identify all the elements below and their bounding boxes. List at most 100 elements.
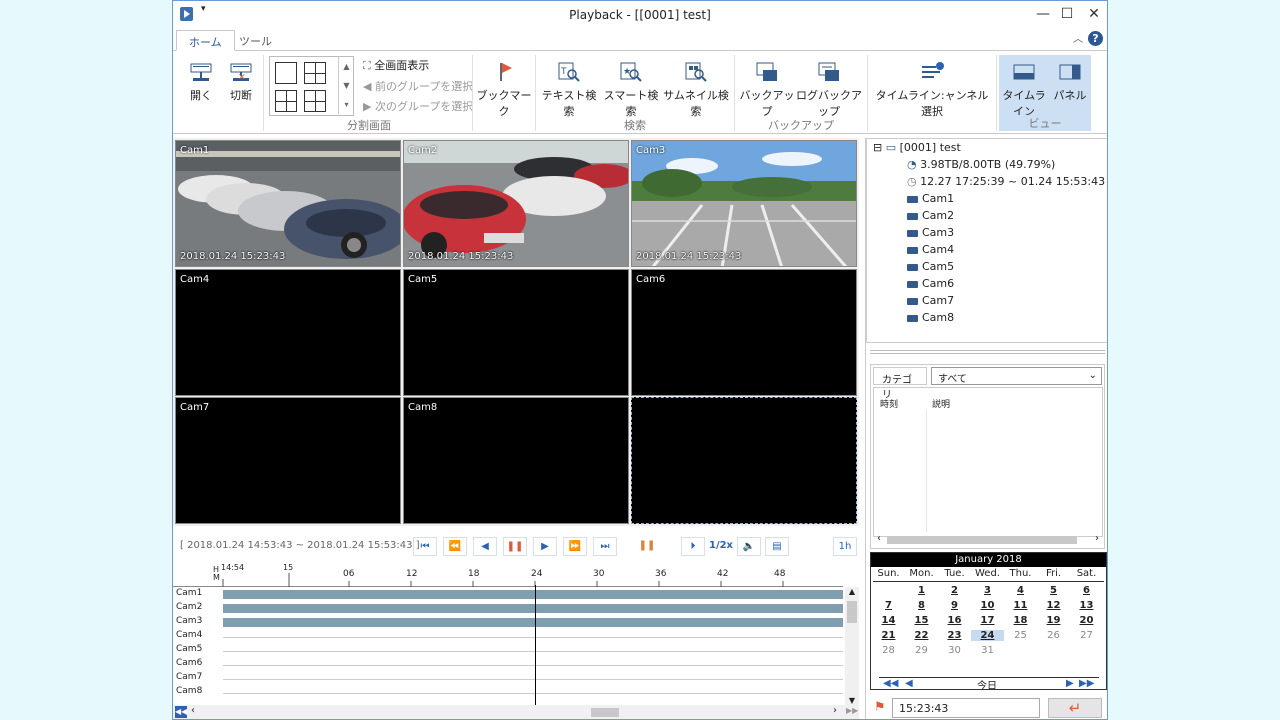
video-cell-cam5[interactable]: Cam5	[403, 269, 629, 396]
timeline-row[interactable]: Cam2	[173, 601, 843, 615]
calendar-day[interactable]: 15	[905, 615, 938, 626]
calendar-day[interactable]: 10	[971, 600, 1004, 611]
calendar-day[interactable]: 6	[1070, 585, 1103, 596]
next-group-button[interactable]: ▶ 次のグループを選択	[363, 98, 473, 114]
timeline-row[interactable]: Cam8	[173, 685, 843, 699]
panel-view-button[interactable]: パネル	[1049, 55, 1091, 119]
calendar-day[interactable]: 21	[872, 630, 905, 641]
event-horizontal-scrollbar[interactable]: ‹ ›	[873, 533, 1103, 547]
play-button[interactable]: ▶	[533, 537, 557, 556]
calendar-day[interactable]: 23	[938, 630, 971, 641]
calendar-day[interactable]: 5	[1037, 585, 1070, 596]
timeline-channel-select-button[interactable]: タイムライン:ャンネル選択	[873, 55, 991, 118]
scroll-down-icon[interactable]: ▼	[845, 696, 859, 705]
help-icon[interactable]: ?	[1088, 31, 1103, 46]
smart-search-button[interactable]: ★ スマート検索	[601, 55, 661, 118]
calendar-day[interactable]: 17	[971, 615, 1004, 626]
audio-button[interactable]: 🔈	[737, 537, 761, 556]
text-search-button[interactable]: T テキスト検索	[539, 55, 599, 118]
go-end-button[interactable]: ⏭	[593, 537, 617, 556]
gallery-expand-icon[interactable]: ▾	[338, 95, 354, 114]
calendar-day[interactable]: 20	[1070, 615, 1103, 626]
collapse-ribbon-icon[interactable]: ︿	[1073, 30, 1083, 45]
calendar-day[interactable]: 29	[905, 645, 938, 656]
tree-cam[interactable]: Cam1	[907, 192, 954, 205]
fullscreen-button[interactable]: ⛶ 全画面表示	[363, 57, 429, 73]
video-cell-cam2[interactable]: Cam2 2018.01.24 15:23:43	[403, 140, 629, 267]
time-span-button[interactable]: 1h	[833, 537, 857, 556]
calendar-day[interactable]: 25	[1004, 630, 1037, 641]
scroll-thumb[interactable]	[887, 536, 1077, 544]
timeline-row[interactable]: Cam5	[173, 643, 843, 657]
thumbnail-search-button[interactable]: サムネイル検索	[661, 55, 731, 118]
timeline-row[interactable]: Cam1	[173, 587, 843, 601]
video-cell-cam6[interactable]: Cam6	[631, 269, 857, 396]
frame-step-button[interactable]: ⏵	[681, 537, 705, 556]
calendar-day[interactable]: 1	[905, 585, 938, 596]
scroll-thumb[interactable]	[847, 601, 857, 623]
recording-bar[interactable]	[223, 618, 843, 627]
go-start-button[interactable]: ⏮	[413, 537, 437, 556]
video-cell-cam1[interactable]: Cam1 2018.01.24 15:23:43	[175, 140, 401, 267]
scroll-left-icon[interactable]: ‹	[877, 533, 881, 544]
scroll-right-icon[interactable]: ›	[1095, 533, 1099, 544]
today-button[interactable]: 今日	[977, 677, 997, 692]
recording-bar[interactable]	[223, 604, 843, 613]
tree-cam[interactable]: Cam5	[907, 260, 954, 273]
gallery-up-icon[interactable]: ▲	[338, 57, 354, 76]
calendar-day[interactable]: 13	[1070, 600, 1103, 611]
layout-4-button[interactable]	[304, 62, 326, 84]
scroll-up-icon[interactable]: ▲	[845, 587, 859, 596]
next-month-icon[interactable]: ▶	[1066, 678, 1074, 689]
memo-button[interactable]: ▤	[765, 537, 789, 556]
calendar-day[interactable]: 14	[872, 615, 905, 626]
maximize-button[interactable]: ☐	[1057, 5, 1077, 23]
calendar-day[interactable]: 12	[1037, 600, 1070, 611]
next-year-icon[interactable]: ▶▶	[1079, 678, 1094, 689]
calendar-day[interactable]: 4	[1004, 585, 1037, 596]
prev-year-icon[interactable]: ◀◀	[883, 678, 898, 689]
timeline-row[interactable]: Cam7	[173, 671, 843, 685]
calendar-day[interactable]: 2	[938, 585, 971, 596]
disconnect-button[interactable]: ✕ 切断	[223, 55, 259, 115]
tab-home[interactable]: ホーム	[176, 30, 235, 51]
fast-forward-button[interactable]: ⏩	[563, 537, 587, 556]
calendar-day[interactable]: 22	[905, 630, 938, 641]
pause-button[interactable]: ❚❚	[503, 537, 527, 556]
calendar-day[interactable]: 30	[938, 645, 971, 656]
gallery-down-icon[interactable]: ▼	[338, 76, 354, 95]
calendar-day[interactable]: 11	[1004, 600, 1037, 611]
calendar-day[interactable]: 16	[938, 615, 971, 626]
tree-cam[interactable]: Cam3	[907, 226, 954, 239]
category-select[interactable]: すべて ⌄	[931, 367, 1102, 385]
zoom-out-icon[interactable]: ◀◀	[175, 706, 187, 718]
open-button[interactable]: 開く	[183, 55, 219, 115]
tree-cam[interactable]: Cam7	[907, 294, 954, 307]
go-to-time-button[interactable]: ↵	[1048, 698, 1102, 718]
panel-splitter[interactable]	[870, 350, 1105, 354]
calendar-day[interactable]: 3	[971, 585, 1004, 596]
playhead-line[interactable]	[535, 585, 536, 705]
calendar-day[interactable]: 26	[1037, 630, 1070, 641]
video-cell-cam8[interactable]: Cam8	[403, 397, 629, 524]
layout-9-button[interactable]	[275, 90, 297, 112]
pause-all-button[interactable]: ❚❚	[635, 537, 659, 556]
bookmark-flag-icon[interactable]: ⚑	[874, 700, 886, 715]
tab-tools[interactable]: ツール	[227, 30, 284, 51]
timeline-row[interactable]: Cam4	[173, 629, 843, 643]
calendar-day[interactable]: 31	[971, 645, 1004, 656]
scroll-right-icon[interactable]: ›	[833, 705, 837, 716]
speed-button[interactable]: 1/2x	[707, 537, 735, 556]
layout-16-button[interactable]	[304, 90, 326, 112]
timeline-vertical-scrollbar[interactable]: ▲ ▼	[845, 587, 859, 705]
tree-root[interactable]: ⊟ ▭ [0001] test	[873, 141, 961, 154]
minimize-button[interactable]: —	[1033, 5, 1053, 23]
calendar-day[interactable]: 28	[872, 645, 905, 656]
timeline-view-button[interactable]: タイムライン	[999, 55, 1049, 119]
zoom-in-icon[interactable]: ▶▶	[846, 706, 858, 715]
calendar-day[interactable]: 9	[938, 600, 971, 611]
video-cell-cam7[interactable]: Cam7	[175, 397, 401, 524]
step-back-button[interactable]: ◀	[473, 537, 497, 556]
video-cell-cam4[interactable]: Cam4	[175, 269, 401, 396]
prev-group-button[interactable]: ◀ 前のグループを選択	[363, 78, 473, 94]
